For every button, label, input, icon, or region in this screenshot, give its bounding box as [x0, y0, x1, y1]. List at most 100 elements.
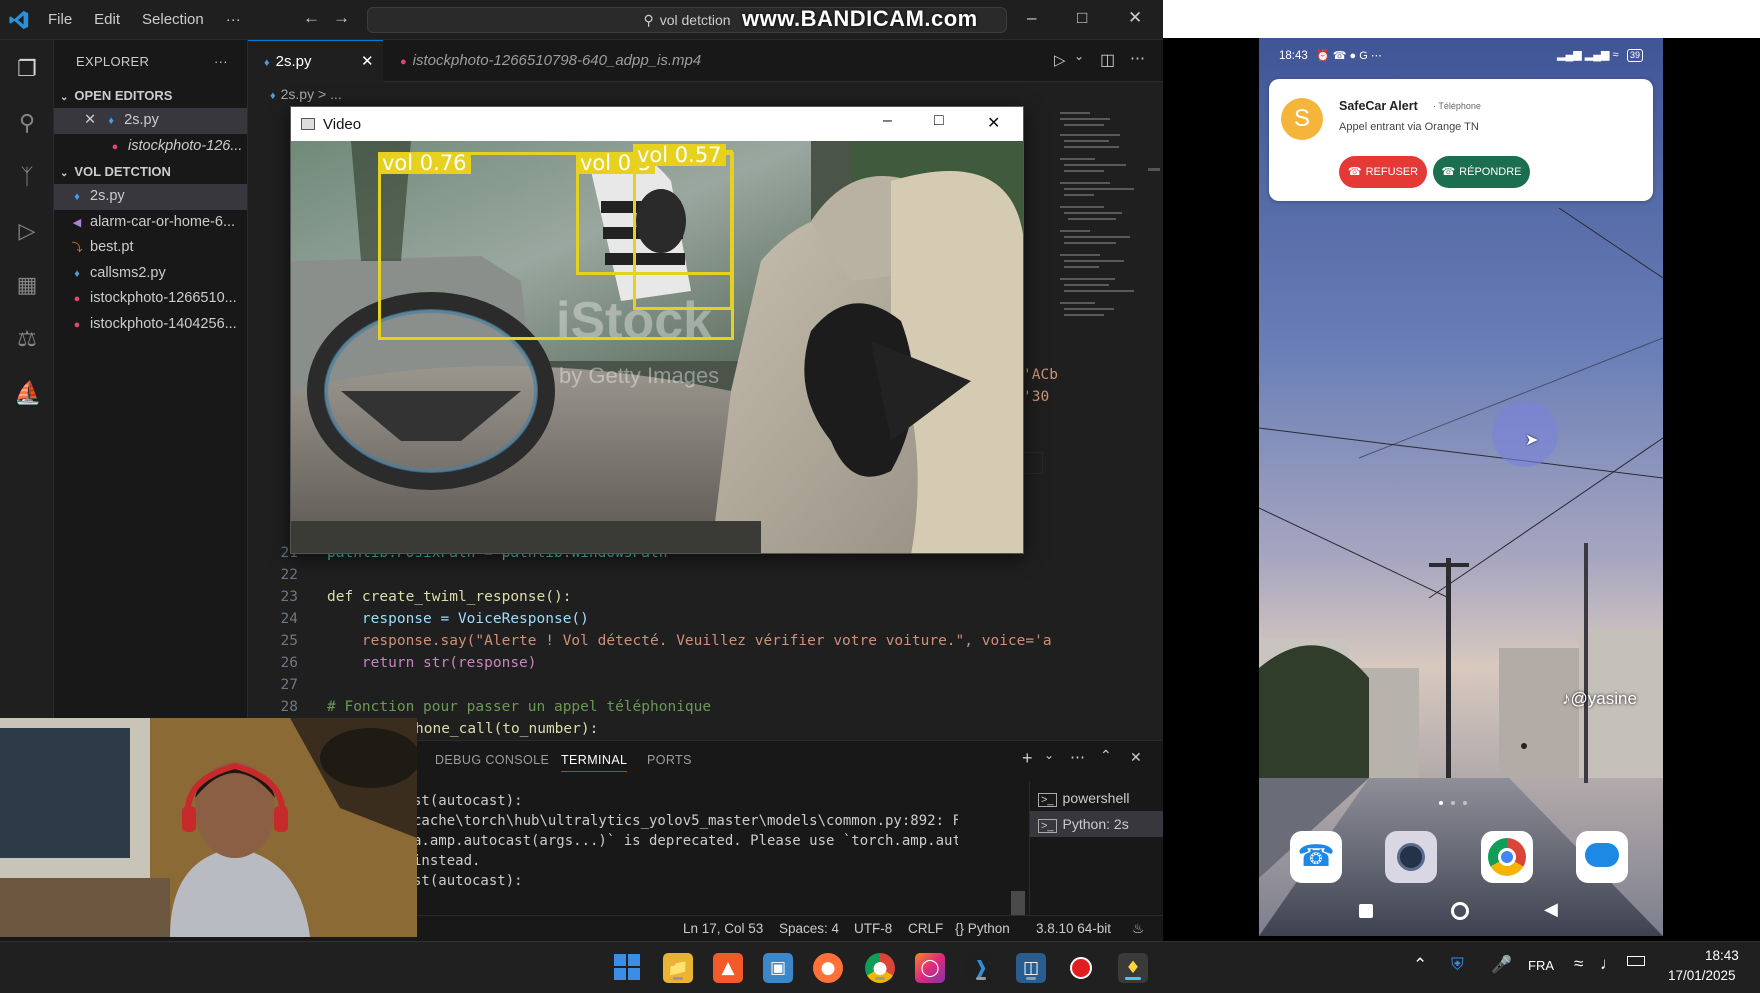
chevron-down-icon[interactable]: ⌄	[1074, 49, 1084, 63]
code-text[interactable]: # Fonction pour passer un appel téléphon…	[327, 696, 711, 718]
wifi-icon[interactable]: ≈	[1574, 954, 1583, 974]
microphone-icon[interactable]: 🎤	[1491, 955, 1512, 975]
file-item[interactable]: ● istockphoto-1404256...	[54, 312, 247, 338]
signal-icon: ▂▄▆ ▂▄▆ ≈	[1557, 49, 1619, 61]
security-shield-icon[interactable]: ⛨	[1451, 955, 1464, 975]
terminal-item-python[interactable]: >_ Python: 2s	[1030, 811, 1163, 837]
code-text[interactable]: def create_twiml_response():	[327, 586, 571, 608]
indentation[interactable]: Spaces: 4	[779, 921, 839, 936]
bandicam-record-icon[interactable]	[1066, 953, 1096, 983]
vscode-taskbar-icon[interactable]: ❱	[966, 953, 996, 983]
open-editors-section[interactable]: ⌄ OPEN EDITORS	[54, 84, 247, 108]
tab-debug-console[interactable]: DEBUG CONSOLE	[435, 753, 549, 767]
clock-time[interactable]: 18:43	[1705, 948, 1739, 963]
open-editor-item[interactable]: ● istockphoto-126...	[54, 134, 247, 160]
menu-more[interactable]: ···	[226, 11, 241, 28]
minimize-icon[interactable]: –	[1027, 8, 1036, 28]
terminal-output[interactable]: st(autocast): cache\torch\hub\ultralytic…	[413, 793, 958, 903]
file-item[interactable]: ⤵ best.pt	[54, 235, 247, 261]
instagram-icon[interactable]: ◯	[915, 953, 945, 983]
minimap[interactable]	[1056, 106, 1156, 706]
terminal-scrollbar[interactable]	[1011, 891, 1025, 915]
more-actions-icon[interactable]: ⋯	[1130, 49, 1145, 67]
volume-icon[interactable]: ♩	[1600, 954, 1617, 974]
chrome-app-icon[interactable]	[1481, 831, 1533, 883]
docker-icon[interactable]: ⛵	[14, 380, 41, 406]
incoming-call-notification[interactable]: S SafeCar Alert · Téléphone Appel entran…	[1269, 79, 1653, 201]
file-item[interactable]: ♦ 2s.py	[54, 184, 247, 210]
line-ending[interactable]: CRLF	[908, 921, 943, 936]
back-icon[interactable]: ◀	[1544, 899, 1558, 920]
open-editor-item[interactable]: ✕ ♦ 2s.py	[54, 108, 247, 134]
code-text[interactable]: hone_call(to_number):	[415, 718, 598, 740]
input-language[interactable]: FRA	[1528, 958, 1554, 973]
battery-icon[interactable]	[1627, 956, 1645, 966]
menu-selection[interactable]: Selection	[142, 11, 204, 28]
python-interpreter[interactable]: 3.8.10 64-bit	[1036, 921, 1111, 936]
video-title-bar[interactable]: Video – □ ✕	[291, 107, 1023, 141]
home-icon[interactable]	[1451, 902, 1469, 920]
bell-icon[interactable]: ♨	[1132, 921, 1144, 937]
close-panel-icon[interactable]: ✕	[1130, 749, 1142, 766]
file-item[interactable]: ● istockphoto-1266510...	[54, 286, 247, 312]
extensions-icon[interactable]: ▦	[14, 272, 40, 298]
accept-button[interactable]: ☎ RÉPONDRE	[1433, 156, 1530, 188]
file-item[interactable]: ◀ alarm-car-or-home-6...	[54, 210, 247, 236]
code-text[interactable]: response.say("Alerte ! Vol détecté. Veui…	[327, 630, 1052, 652]
file-item[interactable]: ♦ callsms2.py	[54, 261, 247, 287]
nav-forward-icon[interactable]: →	[333, 8, 350, 28]
language-mode[interactable]: {} Python	[955, 921, 1010, 936]
run-icon[interactable]: ▷	[1054, 51, 1066, 69]
decline-button[interactable]: ☎ REFUSER	[1339, 156, 1427, 188]
maximize-icon[interactable]: □	[1077, 8, 1087, 28]
menu-file[interactable]: File	[48, 11, 72, 28]
menu-edit[interactable]: Edit	[94, 11, 120, 28]
nav-back-icon[interactable]: ←	[303, 8, 320, 28]
code-text[interactable]: response = VoiceResponse()	[327, 608, 589, 630]
close-icon[interactable]: ✕	[987, 113, 1000, 133]
maximize-panel-icon[interactable]: ⌃	[1100, 747, 1112, 764]
terminal-item-powershell[interactable]: >_ powershell	[1030, 785, 1163, 811]
windows-start-icon[interactable]	[612, 953, 642, 983]
source-control-icon[interactable]: ᛉ	[14, 164, 40, 190]
breadcrumb[interactable]: ♦ 2s.py > ...	[270, 86, 342, 102]
code-text[interactable]: return str(response)	[327, 652, 537, 674]
split-editor-icon[interactable]: ◫	[1100, 50, 1115, 70]
chevron-up-icon[interactable]: ⌃	[1413, 955, 1427, 975]
search-icon[interactable]: ⚲	[14, 110, 40, 136]
close-icon[interactable]: ✕	[1128, 8, 1142, 28]
tab-terminal[interactable]: TERMINAL	[561, 753, 628, 772]
folder-section[interactable]: ⌄ VOL DETCTION	[54, 160, 247, 184]
firefox-icon[interactable]: ●	[813, 953, 843, 983]
close-tab-icon[interactable]: ✕	[361, 41, 374, 83]
phone-app-icon[interactable]: ☎	[1290, 831, 1342, 883]
new-terminal-icon[interactable]: +	[1022, 748, 1033, 769]
cursor-position[interactable]: Ln 17, Col 53	[683, 921, 763, 936]
editor-scrollbar[interactable]	[1148, 168, 1160, 171]
tab-video-file[interactable]: ● istockphoto-1266510798-640_adpp_is.mp4	[384, 40, 714, 82]
control-panel-icon[interactable]: ▣	[763, 953, 793, 983]
explorer-more-button[interactable]: ···	[214, 40, 228, 84]
file-explorer-icon[interactable]: 📁	[663, 953, 693, 983]
explorer-icon[interactable]: ❐	[14, 56, 40, 82]
messages-app-icon[interactable]	[1576, 831, 1628, 883]
remote-desktop-icon[interactable]: ◫	[1016, 953, 1046, 983]
tab-ports[interactable]: PORTS	[647, 753, 692, 767]
brave-browser-icon[interactable]: ▲	[713, 953, 743, 983]
more-actions-icon[interactable]: ⋯	[1070, 748, 1085, 766]
video-window[interactable]: Video – □ ✕ iStock by Getty Images vol 0…	[290, 106, 1024, 554]
close-icon[interactable]: ✕	[84, 112, 96, 128]
python-taskbar-icon[interactable]: ♦	[1118, 953, 1148, 983]
recents-icon[interactable]	[1359, 904, 1373, 918]
minimize-icon[interactable]: –	[883, 112, 892, 130]
testing-icon[interactable]: ⚖	[14, 326, 40, 352]
chevron-down-icon[interactable]: ⌄	[1044, 748, 1054, 762]
phone-screen[interactable]: 18:43 ⏰ ☎ ● G ⋯ ▂▄▆ ▂▄▆ ≈ 39 S SafeCar A…	[1259, 38, 1663, 936]
encoding[interactable]: UTF-8	[854, 921, 892, 936]
run-debug-icon[interactable]: ▷	[14, 218, 40, 244]
tab-2s-py[interactable]: ♦ 2s.py ✕	[248, 40, 383, 82]
clock-date[interactable]: 17/01/2025	[1668, 968, 1736, 983]
maximize-icon[interactable]: □	[934, 112, 944, 130]
camera-app-icon[interactable]	[1385, 831, 1437, 883]
chrome-icon[interactable]: ●	[865, 953, 895, 983]
